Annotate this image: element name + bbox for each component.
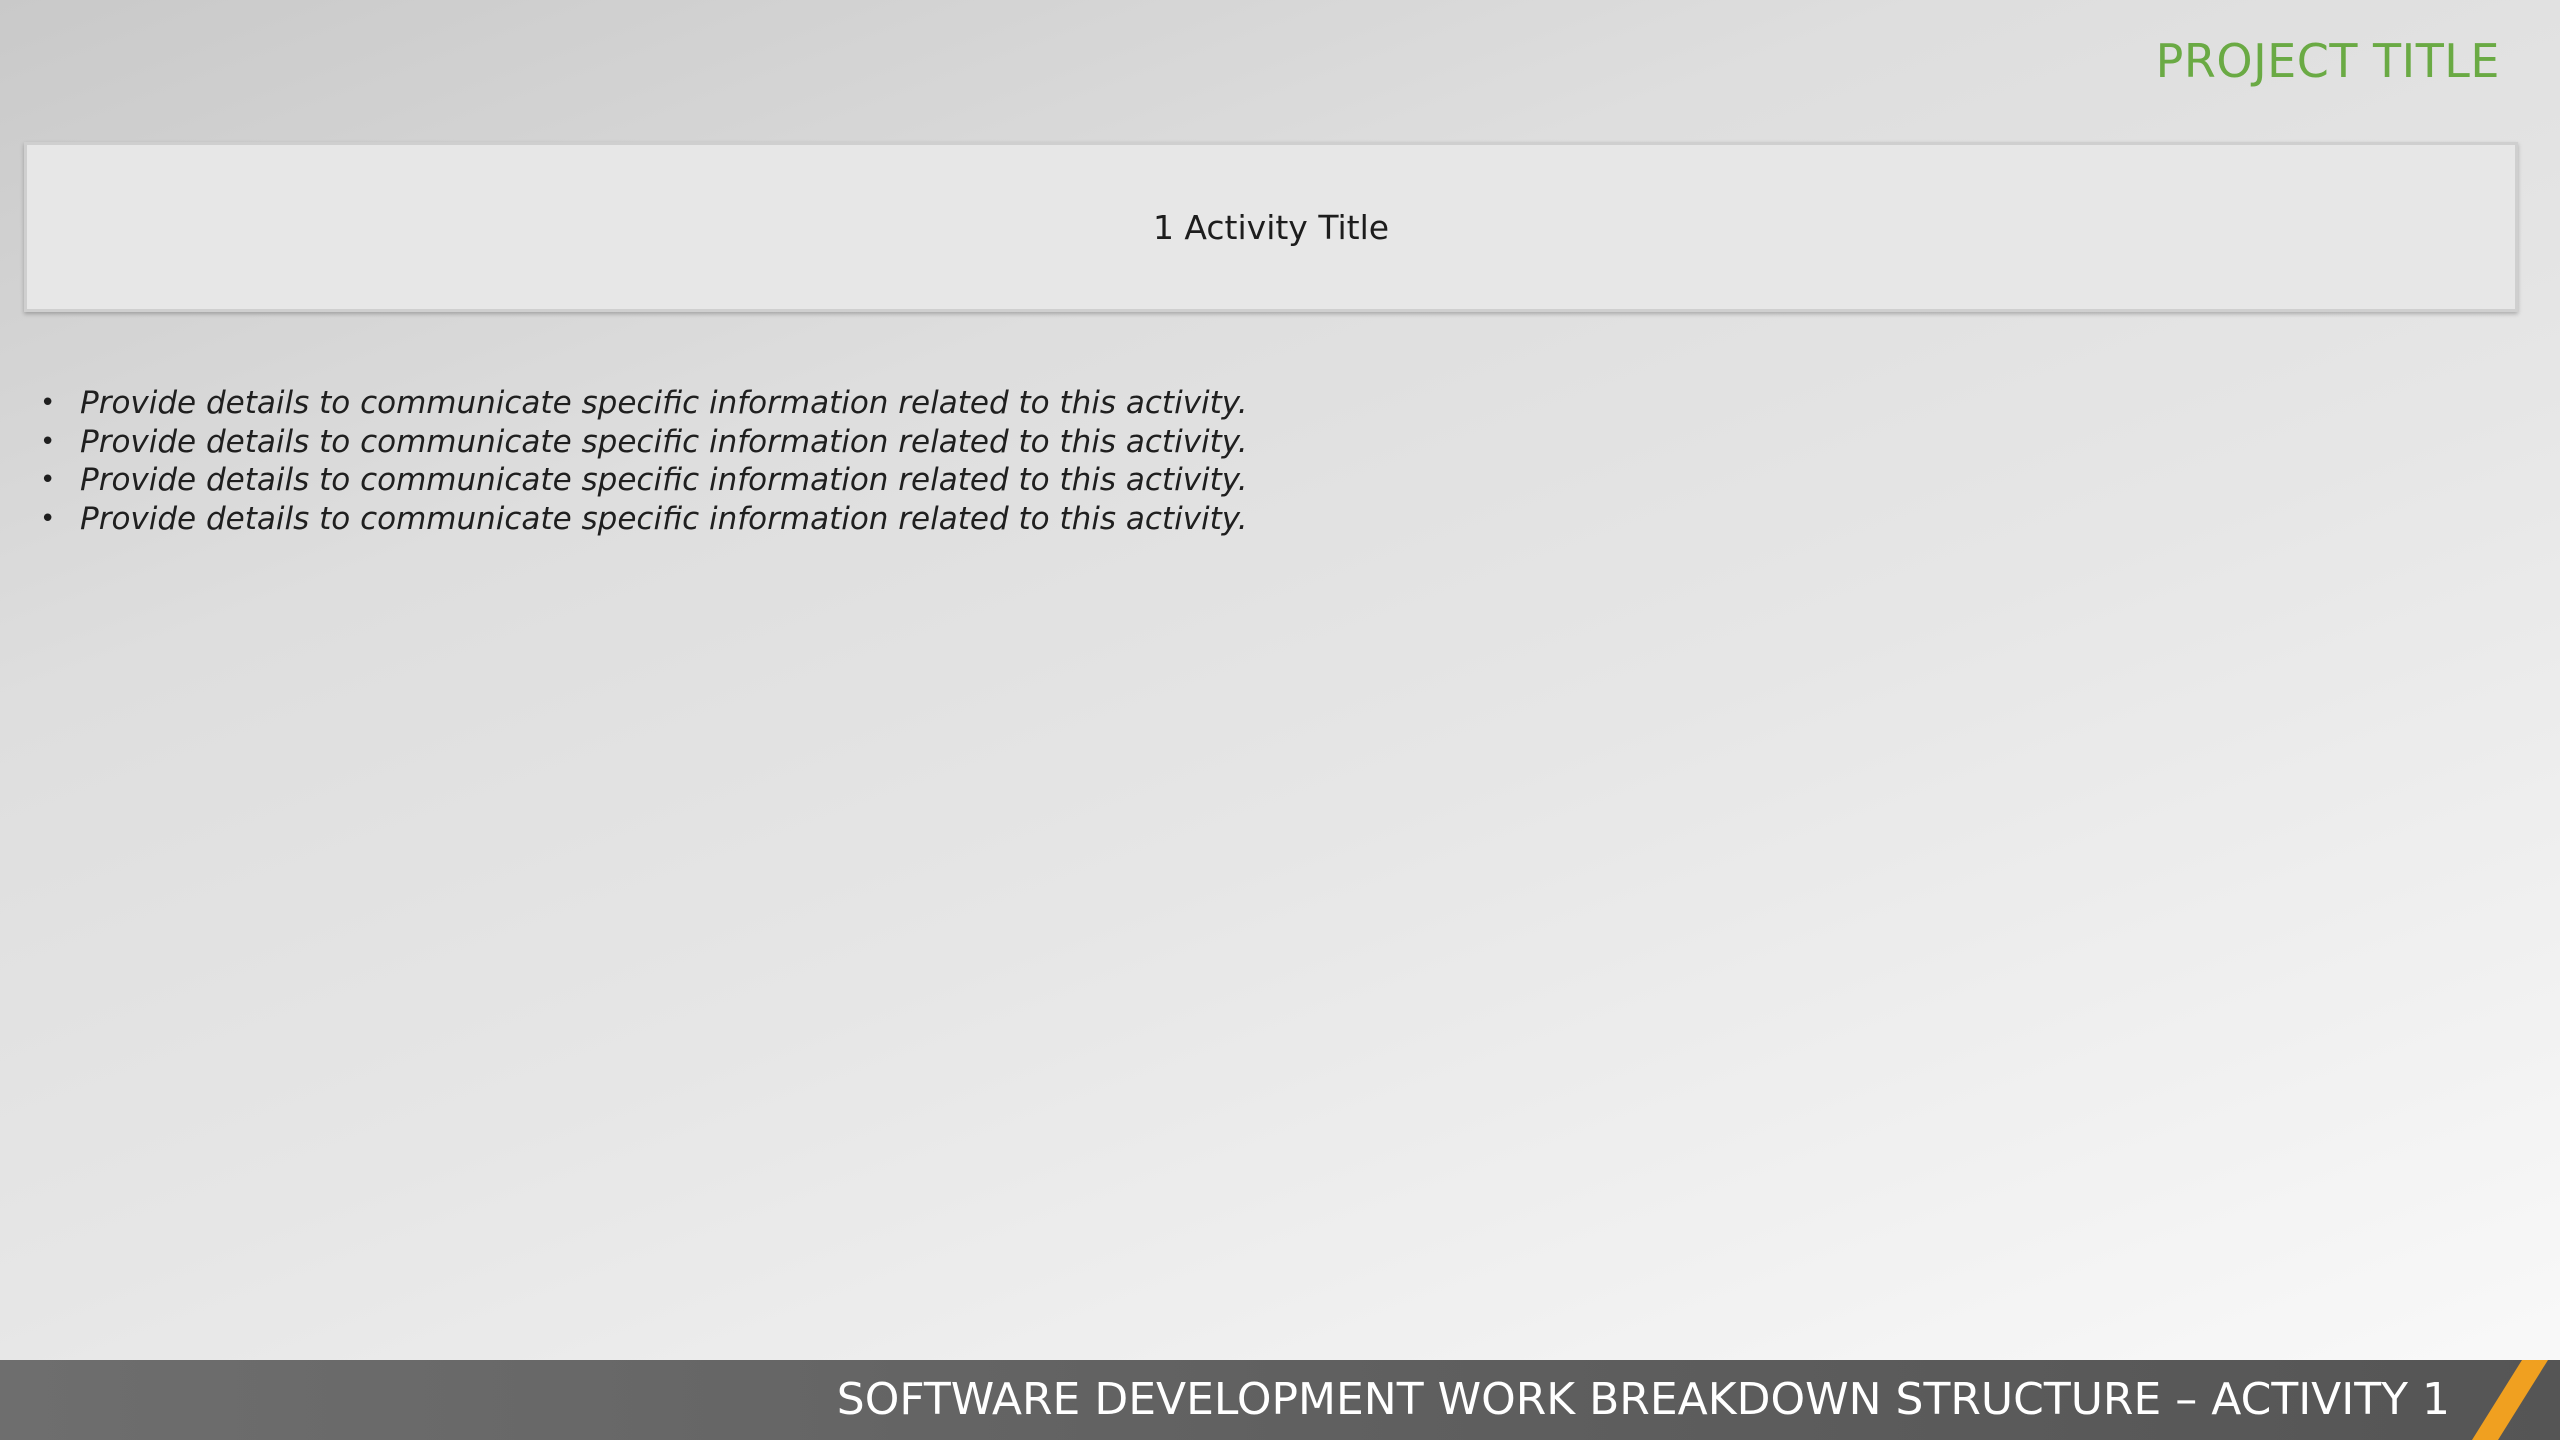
bullet-item: • Provide details to communicate specifi… — [40, 461, 1248, 500]
slide: PROJECT TITLE 1 Activity Title • Provide… — [0, 0, 2560, 1440]
bullet-text: Provide details to communicate specific … — [80, 462, 1248, 499]
bullet-item: • Provide details to communicate specifi… — [40, 500, 1248, 539]
footer-title: SOFTWARE DEVELOPMENT WORK BREAKDOWN STRU… — [836, 1374, 2450, 1425]
bullet-item: • Provide details to communicate specifi… — [40, 423, 1248, 462]
bullet-icon: • — [40, 503, 56, 534]
bullet-icon: • — [40, 465, 56, 496]
activity-title-box[interactable]: 1 Activity Title — [24, 142, 2518, 312]
project-title: PROJECT TITLE — [2155, 34, 2500, 88]
details-bullet-list: • Provide details to communicate specifi… — [40, 384, 1248, 538]
bullet-icon: • — [40, 388, 56, 419]
activity-title: 1 Activity Title — [1152, 207, 1390, 247]
bullet-icon: • — [40, 426, 56, 457]
bullet-item: • Provide details to communicate specifi… — [40, 384, 1248, 423]
bullet-text: Provide details to communicate specific … — [80, 385, 1248, 422]
orange-stripe-icon — [2472, 1360, 2548, 1440]
footer-bar: SOFTWARE DEVELOPMENT WORK BREAKDOWN STRU… — [0, 1360, 2560, 1440]
bullet-text: Provide details to communicate specific … — [80, 423, 1248, 460]
bullet-text: Provide details to communicate specific … — [80, 500, 1248, 537]
